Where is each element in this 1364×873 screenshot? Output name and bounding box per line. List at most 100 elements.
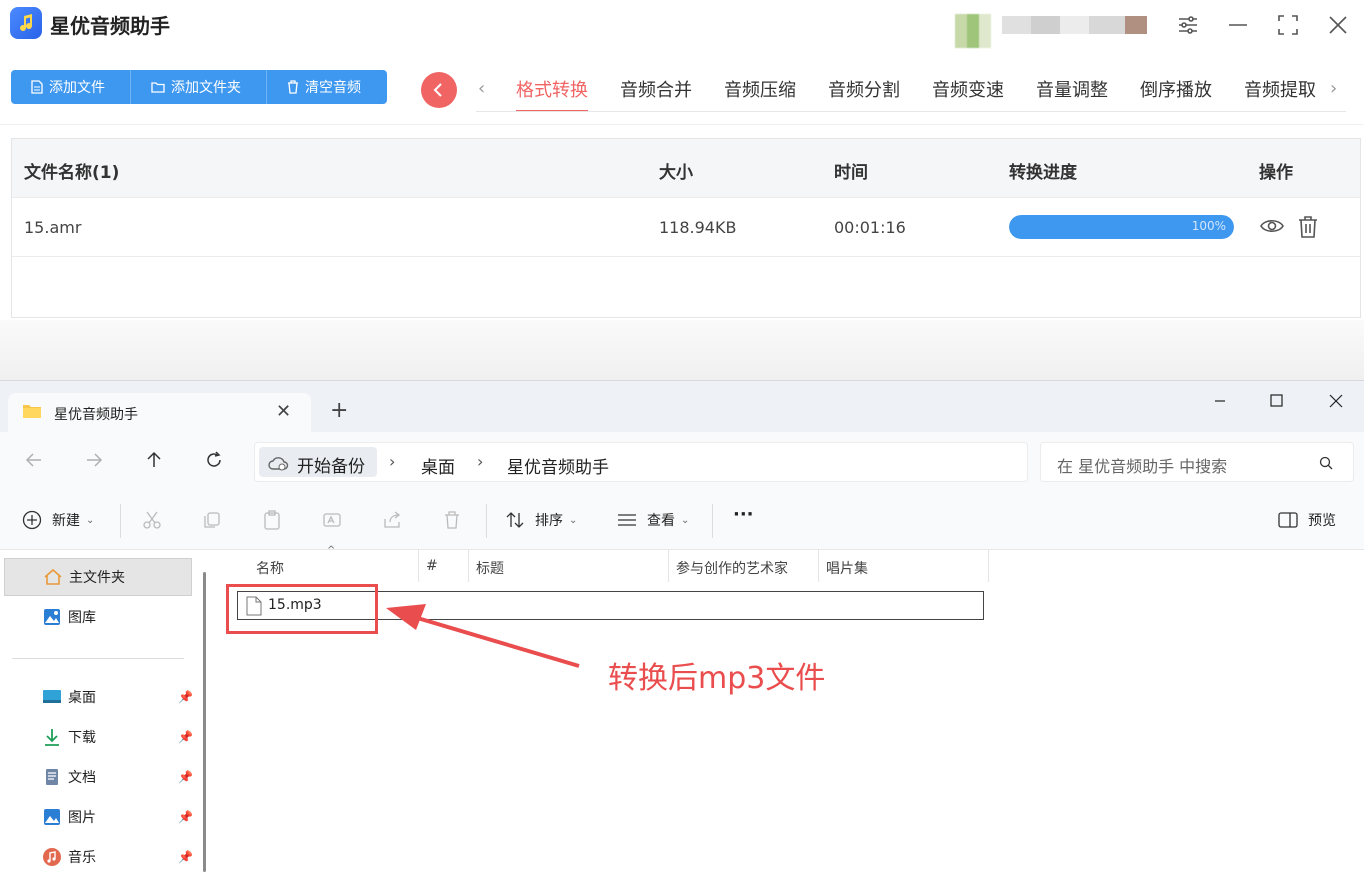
explorer-tab-bar: 星优音频助手 ✕ + [0,380,1364,433]
fullscreen-icon[interactable] [1273,10,1303,40]
avatar[interactable] [955,14,991,48]
close-icon[interactable] [1326,391,1346,415]
back-button[interactable] [421,72,457,108]
username-blurred [1002,16,1147,34]
download-icon [45,729,59,746]
sidebar-item-label: 音乐 [68,850,96,866]
explorer-nav-bar: 开始备份 › 桌面 › 星优音频助手 在 星优音频助手 中搜索 [0,432,1364,492]
cut-icon[interactable] [142,510,162,534]
more-options-button[interactable]: ··· [733,504,754,525]
clear-audio-button[interactable]: 清空音频 [267,70,387,104]
column-divider[interactable] [468,550,469,582]
breadcrumb-desktop[interactable]: 桌面 [421,453,455,478]
breadcrumb-separator-icon[interactable]: › [477,452,483,471]
column-divider[interactable] [818,550,819,582]
delete-icon[interactable] [442,510,462,534]
trash-icon [288,80,298,94]
sidebar-item-home[interactable]: 主文件夹 [4,558,192,596]
sidebar-item-pictures[interactable]: 图片 📌 [4,798,193,836]
folder-icon [151,82,165,93]
navigation-pane: 主文件夹 图库 桌面 📌 下载 📌 文档 📌 图片 📌 音乐 📌 [0,550,212,873]
pin-icon[interactable]: 📌 [178,770,193,784]
address-bar[interactable]: 开始备份 › 桌面 › 星优音频助手 [254,442,1028,482]
tab-audio-speed[interactable]: 音频变速 [932,74,1004,112]
tab-close-icon[interactable]: ✕ [276,401,291,422]
col-action: 操作 [1259,163,1293,183]
delete-trash-icon[interactable] [1297,215,1319,243]
sidebar-item-gallery[interactable]: 图库 [4,598,192,636]
address-home-crumb[interactable]: 开始备份 [259,447,377,477]
column-header-title[interactable]: 标题 [476,558,504,582]
forward-arrow-icon[interactable] [84,450,104,474]
new-button[interactable]: 新建 ⌄ [22,510,94,530]
close-icon[interactable] [1323,10,1353,40]
table-row[interactable]: 15.amr 118.94KB 00:01:16 100% [12,197,1360,257]
preview-eye-icon[interactable] [1259,215,1285,241]
search-input[interactable]: 在 星优音频助手 中搜索 [1040,442,1354,482]
column-divider[interactable] [418,550,419,582]
add-folder-button[interactable]: 添加文件夹 [131,70,267,104]
maximize-icon[interactable] [1267,391,1287,415]
pin-icon[interactable]: 📌 [178,850,193,864]
tab-reverse-play[interactable]: 倒序播放 [1140,74,1212,112]
sidebar-item-documents[interactable]: 文档 📌 [4,758,193,796]
preview-pane-button[interactable]: 预览 [1278,510,1336,530]
minimize-icon[interactable] [1210,391,1230,415]
chevron-down-icon: ⌄ [569,514,578,526]
view-button[interactable]: 查看 ⌄ [617,510,689,530]
breadcrumb-app-folder[interactable]: 星优音频助手 [507,453,609,478]
settings-sliders-icon[interactable] [1173,10,1203,40]
sidebar-item-desktop[interactable]: 桌面 📌 [4,678,193,716]
row-file-size: 118.94KB [659,218,737,237]
tab-audio-compress[interactable]: 音频压缩 [724,74,796,112]
pin-icon[interactable]: 📌 [178,810,193,824]
col-progress: 转换进度 [1009,163,1077,183]
column-header-artist[interactable]: 参与创作的艺术家 [676,558,788,582]
rename-icon[interactable] [322,510,342,534]
breadcrumb-separator-icon[interactable]: › [389,452,395,471]
tabs-scroll-left-icon[interactable]: ‹ [478,78,485,99]
tab-audio-extract[interactable]: 音频提取 [1244,74,1316,112]
back-arrow-icon[interactable] [24,450,44,474]
sidebar-item-music[interactable]: 音乐 📌 [4,838,193,873]
paste-icon[interactable] [262,510,282,534]
tabs-divider [476,111,1346,112]
column-header-album[interactable]: 唱片集 [826,558,868,582]
tab-audio-split[interactable]: 音频分割 [828,74,900,112]
explorer-tab-title: 星优音频助手 [54,407,138,423]
column-header-name[interactable]: 名称 [256,558,284,582]
tab-volume-adjust[interactable]: 音量调整 [1036,74,1108,112]
tabs-scroll-right-icon[interactable]: › [1330,78,1337,99]
header-divider [0,124,1364,125]
sidebar-item-downloads[interactable]: 下载 📌 [4,718,193,756]
folder-icon [22,403,42,423]
file-icon [31,80,43,94]
col-file-name: 文件名称(1) [24,163,120,183]
preview-label: 预览 [1308,513,1336,529]
file-list-pane: ^ 名称 # 标题 参与创作的艺术家 唱片集 15.mp3 转换后mp3文件 [214,545,1364,873]
column-header-number[interactable]: # [426,558,438,582]
add-file-button[interactable]: 添加文件 [11,70,131,104]
explorer-tab[interactable]: 星优音频助手 ✕ [8,393,311,433]
tab-audio-merge[interactable]: 音频合并 [620,74,692,112]
column-divider[interactable] [988,550,989,582]
col-time: 时间 [834,163,868,183]
up-arrow-icon[interactable] [144,450,164,474]
sidebar-scrollbar[interactable] [203,572,206,872]
search-placeholder: 在 星优音频助手 中搜索 [1057,457,1228,476]
pin-icon[interactable]: 📌 [178,690,193,704]
sort-button[interactable]: 排序 ⌄ [505,510,577,530]
table-header: 文件名称(1) 大小 时间 转换进度 操作 [12,139,1360,197]
new-tab-button[interactable]: + [330,398,348,423]
chevron-down-icon: ⌄ [86,514,95,526]
share-icon[interactable] [382,510,402,534]
pin-icon[interactable]: 📌 [178,730,193,744]
column-divider[interactable] [668,550,669,582]
refresh-icon[interactable] [204,450,224,474]
clear-audio-label: 清空音频 [305,80,361,96]
add-folder-label: 添加文件夹 [171,80,241,96]
copy-icon[interactable] [202,510,222,534]
tab-format-convert[interactable]: 格式转换 [516,74,588,112]
new-label: 新建 [52,513,80,529]
minimize-icon[interactable] [1223,10,1253,40]
